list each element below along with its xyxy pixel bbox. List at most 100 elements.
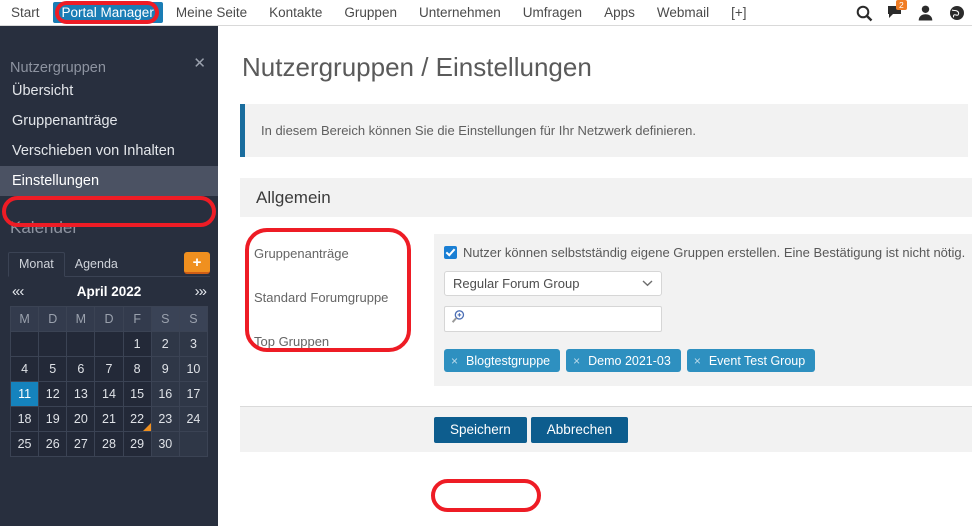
cancel-button[interactable]: Abbrechen xyxy=(530,416,629,443)
chip-event-test-group[interactable]: × Event Test Group xyxy=(686,349,816,372)
calendar-weekday-row: M D M D F S S xyxy=(9,306,209,332)
nav-item-apps[interactable]: Apps xyxy=(593,0,646,26)
calendar-day-cell[interactable]: 4 xyxy=(9,356,40,382)
calendar-day-cell[interactable]: 8 xyxy=(122,356,152,382)
zoom-in-search-icon xyxy=(451,309,466,329)
top-gruppen-search-input[interactable] xyxy=(466,310,646,328)
form-field-column: Nutzer können selbstständig eigene Grupp… xyxy=(434,234,972,386)
top-nav-icon-group: 2 xyxy=(856,0,966,26)
label-gruppenantraege: Gruppenanträge xyxy=(254,246,349,261)
calendar-day-cell[interactable]: 9 xyxy=(150,356,180,382)
add-event-button[interactable]: + xyxy=(184,252,210,274)
calendar-body: 1 2 3 4 5 6 7 8 9 10 11 12 13 14 15 16 17 18 19 20 21 22 23 24 2… xyxy=(9,331,209,457)
globe-icon[interactable] xyxy=(949,5,966,22)
calendar-day-cell[interactable]: 19 xyxy=(38,406,68,432)
calendar-day-cell[interactable]: 15 xyxy=(122,381,152,407)
search-icon[interactable] xyxy=(856,5,873,22)
main-content: Nutzergruppen / Einstellungen In diesem … xyxy=(218,26,972,526)
calendar-empty-cell xyxy=(94,331,124,357)
page-title: Nutzergruppen / Einstellungen xyxy=(242,52,592,82)
standard-forumgruppe-select[interactable]: Regular Forum Group xyxy=(444,271,662,296)
tab-monat[interactable]: Monat xyxy=(8,252,65,277)
calendar-day-cell[interactable]: 14 xyxy=(94,381,124,407)
sidebar-item-uebersicht[interactable]: Übersicht xyxy=(0,76,218,106)
calendar-day-cell[interactable]: 10 xyxy=(178,356,209,382)
calendar-day-cell[interactable]: 7 xyxy=(94,356,124,382)
nav-item-webmail[interactable]: Webmail xyxy=(646,0,720,26)
calendar-weekday: M xyxy=(66,306,96,332)
calendar-empty-cell xyxy=(66,331,96,357)
selected-groups-chip-list: × Blogtestgruppe × Demo 2021-03 × Event … xyxy=(444,349,972,372)
label-standard-forumgruppe: Standard Forumgruppe xyxy=(254,290,389,305)
calendar-weekday: F xyxy=(122,306,152,332)
calendar-day-cell[interactable]: 17 xyxy=(178,381,209,407)
calendar-next-icon[interactable]: ›» xyxy=(195,283,207,300)
nav-item-more[interactable]: [+] xyxy=(720,0,757,26)
nav-item-portal-manager[interactable]: Portal Manager xyxy=(52,2,163,23)
group-creation-checkbox[interactable] xyxy=(444,246,457,259)
calendar-day-cell[interactable]: 22 xyxy=(122,406,152,432)
calendar-day-cell[interactable]: 16 xyxy=(150,381,180,407)
calendar-empty-cell xyxy=(178,431,209,457)
calendar-day-cell[interactable]: 6 xyxy=(66,356,96,382)
calendar-day-cell[interactable]: 11 xyxy=(9,381,40,407)
messages-icon[interactable]: 2 xyxy=(887,0,907,22)
group-creation-checkbox-label: Nutzer können selbstständig eigene Grupp… xyxy=(463,245,966,260)
label-top-gruppen: Top Gruppen xyxy=(254,334,330,349)
calendar-week-row: 18 19 20 21 22 23 24 xyxy=(9,406,209,432)
chip-label: Event Test Group xyxy=(708,353,806,368)
calendar-weekday: D xyxy=(94,306,124,332)
calendar-day-cell[interactable]: 28 xyxy=(94,431,124,457)
section-header-allgemein: Allgemein xyxy=(240,178,972,217)
calendar-day-cell[interactable]: 29 xyxy=(122,431,152,457)
calendar-day-cell[interactable]: 3 xyxy=(178,331,209,357)
calendar-day-cell[interactable]: 26 xyxy=(38,431,68,457)
calendar-day-cell[interactable]: 25 xyxy=(9,431,40,457)
calendar-week-row: 25 26 27 28 29 30 xyxy=(9,431,209,457)
info-banner: In diesem Bereich können Sie die Einstel… xyxy=(240,104,968,157)
calendar-day-cell[interactable]: 1 xyxy=(122,331,152,357)
calendar-day-cell[interactable]: 13 xyxy=(66,381,96,407)
calendar-day-cell[interactable]: 21 xyxy=(94,406,124,432)
calendar-day-cell[interactable]: 12 xyxy=(38,381,68,407)
chip-remove-icon[interactable]: × xyxy=(573,354,580,368)
calendar-day-cell[interactable]: 5 xyxy=(38,356,68,382)
chevron-down-icon xyxy=(642,278,653,290)
tab-agenda[interactable]: Agenda xyxy=(65,253,128,276)
nav-item-umfragen[interactable]: Umfragen xyxy=(512,0,593,26)
chip-remove-icon[interactable]: × xyxy=(694,354,701,368)
calendar-day-cell[interactable]: 18 xyxy=(9,406,40,432)
calendar-day-cell[interactable]: 20 xyxy=(66,406,96,432)
calendar-day-cell[interactable]: 27 xyxy=(66,431,96,457)
calendar-day-cell[interactable]: 24 xyxy=(178,406,209,432)
nav-item-start[interactable]: Start xyxy=(0,0,51,26)
calendar-prev-icon[interactable]: «‹ xyxy=(12,283,24,300)
save-button[interactable]: Speichern xyxy=(434,416,527,443)
nav-item-kontakte[interactable]: Kontakte xyxy=(258,0,333,26)
chip-blogtestgruppe[interactable]: × Blogtestgruppe xyxy=(444,349,561,372)
calendar-weekday: S xyxy=(178,306,209,332)
calendar-day-cell[interactable]: 30 xyxy=(150,431,180,457)
chip-demo-2021-03[interactable]: × Demo 2021-03 xyxy=(566,349,681,372)
nav-item-meine-seite[interactable]: Meine Seite xyxy=(165,0,258,26)
chip-remove-icon[interactable]: × xyxy=(451,354,458,368)
calendar-empty-cell xyxy=(9,331,40,357)
user-icon[interactable] xyxy=(918,5,935,22)
sidebar-item-gruppenantraege[interactable]: Gruppenanträge xyxy=(0,106,218,136)
nav-item-unternehmen[interactable]: Unternehmen xyxy=(408,0,512,26)
sidebar-item-verschieben-von-inhalten[interactable]: Verschieben von Inhalten xyxy=(0,136,218,166)
calendar-month-label: April 2022 xyxy=(76,284,142,299)
close-icon[interactable]: ✕ xyxy=(193,56,206,71)
top-gruppen-search-field[interactable] xyxy=(444,306,662,332)
settings-form: Gruppenanträge Standard Forumgruppe Top … xyxy=(240,234,972,386)
calendar-weekday: M xyxy=(9,306,40,332)
calendar-empty-cell xyxy=(38,331,68,357)
group-creation-checkbox-row: Nutzer können selbstständig eigene Grupp… xyxy=(444,244,972,261)
calendar-day-cell[interactable]: 2 xyxy=(150,331,180,357)
calendar-tabs: Monat Agenda + xyxy=(8,250,210,277)
sidebar-item-einstellungen[interactable]: Einstellungen xyxy=(0,166,218,196)
form-action-row: Speichern Abbrechen xyxy=(240,407,972,452)
calendar-day-cell[interactable]: 23 xyxy=(150,406,180,432)
info-banner-text: In diesem Bereich können Sie die Einstel… xyxy=(261,123,697,138)
nav-item-gruppen[interactable]: Gruppen xyxy=(333,0,408,26)
